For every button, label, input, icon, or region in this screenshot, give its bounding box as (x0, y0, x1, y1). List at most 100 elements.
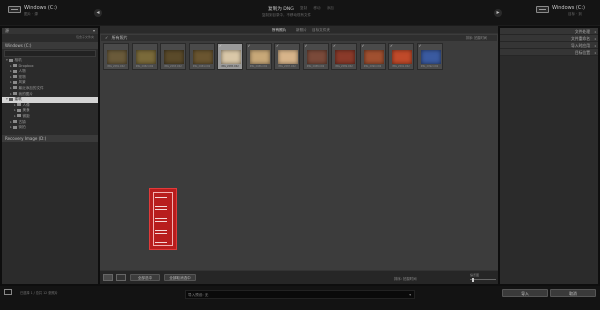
uncheck-all-button[interactable]: 全部取消选中 (164, 274, 196, 281)
include-checkbox-icon[interactable]: ✓ (219, 44, 222, 48)
photo-thumbnail[interactable]: IMG_2081.CR2 (103, 43, 129, 70)
drive-header-d[interactable]: Recovery Image (D:) (2, 134, 98, 142)
photo-thumbnail[interactable]: IMG_2082.CR2 (131, 43, 158, 70)
grid-view-icon[interactable] (103, 274, 113, 281)
loupe-view-icon[interactable] (116, 274, 126, 281)
preset-dropdown-icon[interactable]: ▾ (409, 291, 411, 299)
target-nav-chevron-icon[interactable]: ▸ (494, 9, 502, 17)
include-checkbox-icon[interactable]: ✓ (305, 44, 308, 48)
include-checkbox-icon[interactable]: ✓ (276, 44, 279, 48)
filter-all-photos[interactable]: 所有照片 (272, 28, 286, 33)
grid-toolbar: 全部选中 全部取消选中 排序: 拍摄时间 缩览图 (100, 270, 498, 284)
mode-tabs: 复制 移动 添加 (300, 6, 339, 11)
check-all-button[interactable]: 全部选中 (130, 274, 160, 281)
include-checkbox-icon[interactable]: ✓ (362, 44, 365, 48)
source-panel: 源 ▾ 包含子文件夹 Windows (C:) ▾ 相机 ▸ Dropbox ▸ 人物 ▸ 宠… (2, 28, 98, 284)
folder-icon (13, 125, 17, 129)
source-nav-chevron-icon[interactable]: ◂ (94, 9, 102, 17)
folder-filter-bar[interactable] (4, 50, 96, 57)
folder-icon (13, 92, 17, 96)
folder-icon (9, 58, 13, 62)
photo-thumbnail[interactable]: ✓ IMG_2090.CR2 (359, 43, 386, 70)
photo-thumbnail[interactable]: IMG_2083.CR2 (160, 43, 186, 70)
folder-section-header[interactable]: ✓ 所有照片 排序: 拍摄时间 (101, 35, 497, 41)
photo-preview-image (107, 50, 127, 64)
include-subfolders-checkbox[interactable]: 包含子文件夹 (76, 35, 94, 39)
photo-preview-image (306, 50, 327, 64)
photo-preview-image (420, 50, 441, 64)
expand-icon[interactable] (4, 289, 12, 295)
photo-preview-image (164, 50, 184, 64)
source-title[interactable]: Windows (C:) (24, 5, 57, 11)
include-checkbox-icon[interactable]: ✓ (333, 44, 336, 48)
photo-preview-image (278, 50, 298, 64)
seal-glyph (155, 197, 167, 207)
import-button[interactable]: 导入 (502, 289, 548, 297)
mode-tab-add[interactable]: 添加 (327, 6, 334, 10)
photo-thumbnail[interactable]: ✓ IMG_2092.CR2 (416, 43, 443, 70)
photo-filename: IMG_2089.CR2 (335, 65, 353, 68)
cancel-button[interactable]: 取消 (550, 289, 596, 297)
photo-preview-image (221, 50, 241, 64)
photo-thumbnail[interactable]: ✓ IMG_2085.CR2 (217, 43, 243, 70)
import-preset-bar[interactable]: 导入预设: 无 ▾ (185, 290, 415, 299)
folder-label: 古镇 (18, 119, 26, 124)
photo-thumbnail[interactable]: ✓ IMG_2091.CR2 (388, 43, 414, 70)
source-label: 源 (5, 28, 9, 33)
thumbnail-size-label: 缩览图 (470, 273, 480, 277)
photo-filename: IMG_2088.CR2 (306, 65, 325, 68)
folder-label: 人物 (18, 69, 26, 74)
section-toggle-icon[interactable]: ◂ (594, 28, 596, 35)
source-disk-icon (8, 6, 21, 13)
folder-icon (9, 97, 13, 101)
destination-section-header[interactable]: 文件重命名 ◂ (500, 35, 598, 42)
photo-thumbnail[interactable]: ✓ IMG_2088.CR2 (302, 43, 329, 70)
photo-preview-image (363, 50, 384, 64)
destination-section-header[interactable]: 导入时应用 ◂ (500, 42, 598, 49)
photo-filename: IMG_2083.CR2 (164, 65, 182, 68)
drive-header-c[interactable]: Windows (C:) (2, 42, 98, 49)
source-subtitle: 图片 · 源 (24, 12, 38, 16)
photo-filename: IMG_2084.CR2 (192, 65, 211, 68)
folder-icon (13, 120, 17, 124)
photo-filename: IMG_2085.CR2 (221, 65, 239, 68)
drive-d-label: Recovery Image (D:) (5, 135, 47, 141)
target-subtitle: 目标 · 到 (568, 12, 582, 16)
select-all-check-icon[interactable]: ✓ (105, 35, 108, 40)
include-checkbox-icon[interactable]: ✓ (390, 44, 393, 48)
include-checkbox-icon[interactable]: ✓ (248, 44, 251, 48)
photo-thumbnail[interactable]: ✓ IMG_2086.CR2 (245, 43, 272, 70)
mode-tab-copy[interactable]: 复制 (300, 6, 307, 10)
photo-filename: IMG_2086.CR2 (249, 65, 268, 68)
folder-label: 最近添加的文件 (18, 85, 44, 90)
photo-thumbnail[interactable]: ✓ IMG_2089.CR2 (331, 43, 357, 70)
folder-tree-item[interactable]: ▸ 街拍 (2, 125, 98, 131)
include-checkbox-icon[interactable]: ✓ (419, 44, 422, 48)
target-title[interactable]: Windows (C:) (552, 5, 585, 11)
photo-thumbnail[interactable]: ✓ IMG_2087.CR2 (274, 43, 300, 70)
section-toggle-icon[interactable]: ◂ (594, 49, 596, 56)
folder-label: 建筑 (14, 97, 22, 102)
photo-filename: IMG_2090.CR2 (363, 65, 382, 68)
filter-destination[interactable]: 目标文件夹 (312, 28, 330, 33)
seal-glyph (155, 221, 167, 231)
folder-label: 相机 (14, 58, 22, 62)
section-label: 导入时应用 (571, 43, 590, 48)
mode-tab-move[interactable]: 移动 (313, 6, 320, 10)
photo-thumbnail[interactable]: IMG_2084.CR2 (188, 43, 215, 70)
import-header: Windows (C:) 图片 · 源 ◂ 复制为 DNG 复制到目录中，不移动… (0, 0, 600, 26)
import-preset-label: 导入预设: 无 (188, 293, 209, 297)
filter-new-photos[interactable]: 新照片 (296, 28, 307, 33)
section-toggle-icon[interactable]: ◂ (594, 35, 596, 42)
photo-filename: IMG_2087.CR2 (278, 65, 296, 68)
seal-glyph (155, 209, 167, 219)
import-mode-subtitle: 复制到目录中，不移动现有文件 (262, 13, 311, 17)
folder-label: Dropbox (18, 63, 34, 68)
sort-order-dropdown[interactable]: 排序: 拍摄时间 (394, 276, 417, 281)
destination-section-header[interactable]: 目标位置 ◂ (500, 49, 598, 56)
thumbnail-size-slider-handle[interactable] (472, 277, 474, 282)
destination-section-header[interactable]: 文件处理 ◂ (500, 28, 598, 35)
folder-label: 人像 (22, 102, 30, 107)
section-toggle-icon[interactable]: ◂ (594, 42, 596, 49)
sort-label[interactable]: 排序: 拍摄时间 (466, 35, 487, 41)
